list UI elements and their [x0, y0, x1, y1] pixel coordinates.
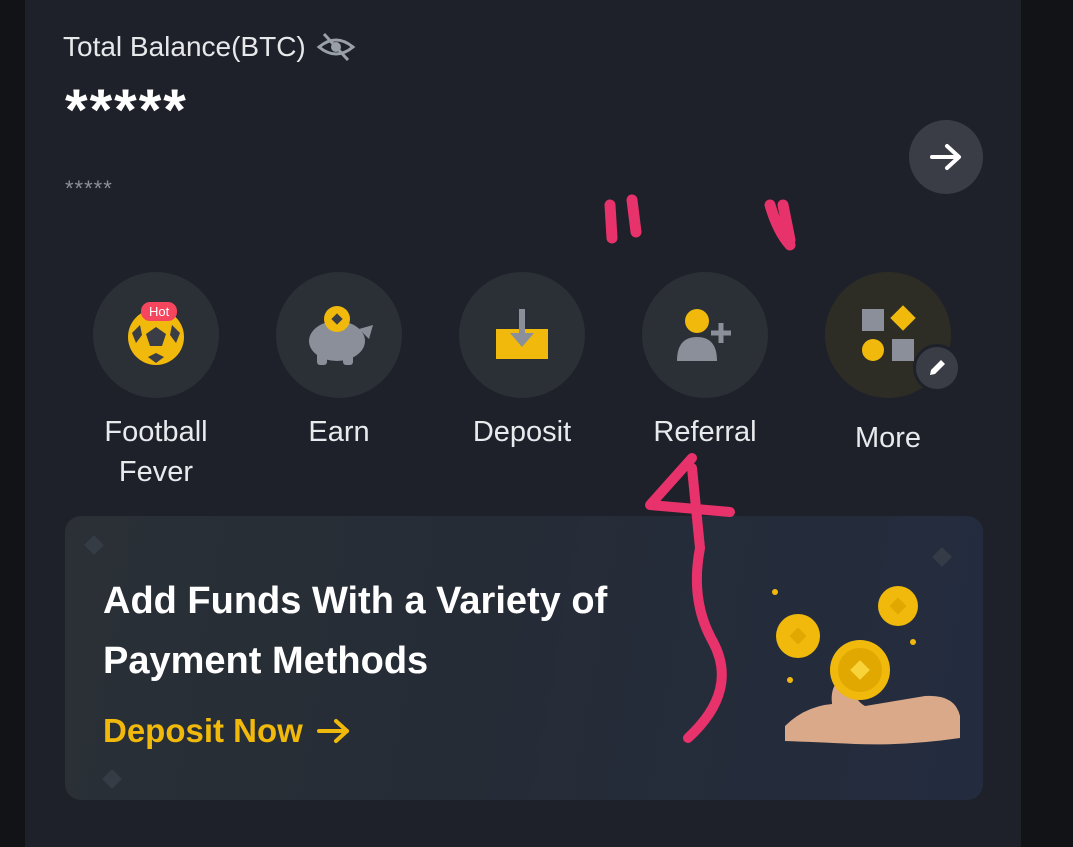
- piggy-bank-icon: [309, 306, 373, 365]
- coins-hand-icon: [772, 586, 960, 745]
- balance-details-button[interactable]: [909, 120, 983, 194]
- arrow-right-icon: [930, 144, 961, 170]
- add-funds-banner[interactable]: Add Funds With a Variety of Payment Meth…: [65, 516, 983, 800]
- arrow-right-icon: [316, 719, 349, 743]
- banner-title-line1: Add Funds With a Variety of: [103, 580, 608, 622]
- action-football-fever[interactable]: Hot Football Fever: [66, 272, 246, 492]
- balance-value: *****: [65, 78, 188, 143]
- action-referral[interactable]: Referral: [615, 272, 795, 452]
- add-user-icon: [677, 309, 731, 361]
- balance-fiat-value: *****: [65, 176, 113, 201]
- action-more-circle: [825, 272, 961, 398]
- action-football-fever-circle: Hot: [93, 272, 219, 398]
- deposit-now-link[interactable]: Deposit Now: [103, 712, 351, 750]
- total-balance-label: Total Balance(BTC): [63, 31, 306, 62]
- quick-actions: Hot Football Fever Earn Deposit Referral…: [25, 272, 1021, 502]
- pencil-icon: [930, 360, 945, 375]
- action-deposit[interactable]: Deposit: [432, 272, 612, 452]
- deposit-icon: [496, 309, 548, 359]
- action-label: Earn: [308, 416, 370, 448]
- action-earn-circle: [276, 272, 402, 398]
- deposit-now-label: Deposit Now: [103, 712, 303, 749]
- action-referral-circle: [642, 272, 768, 398]
- action-label-line2: Fever: [118, 456, 194, 488]
- action-label: Deposit: [472, 416, 572, 448]
- hot-badge: Hot: [141, 302, 178, 321]
- decor-diamond: [932, 547, 952, 567]
- total-balance-header: Total Balance(BTC): [63, 30, 356, 64]
- action-earn[interactable]: Earn: [249, 272, 429, 452]
- action-label: Football: [104, 416, 208, 448]
- banner-title-line2: Payment Methods: [103, 640, 429, 682]
- eye-slash-icon[interactable]: [316, 30, 356, 64]
- decor-diamond: [102, 769, 122, 789]
- grid-shapes-icon: [862, 305, 916, 361]
- action-deposit-circle: [459, 272, 585, 398]
- action-label: Referral: [653, 416, 757, 448]
- action-more[interactable]: More: [798, 272, 978, 458]
- home-panel: Total Balance(BTC) ***** ***** Hot Footb…: [25, 0, 1021, 847]
- decor-diamond: [84, 535, 104, 555]
- action-label: More: [854, 422, 922, 454]
- edit-shortcuts-button[interactable]: [913, 344, 961, 392]
- banner-title: Add Funds With a Variety of Payment Meth…: [103, 571, 663, 691]
